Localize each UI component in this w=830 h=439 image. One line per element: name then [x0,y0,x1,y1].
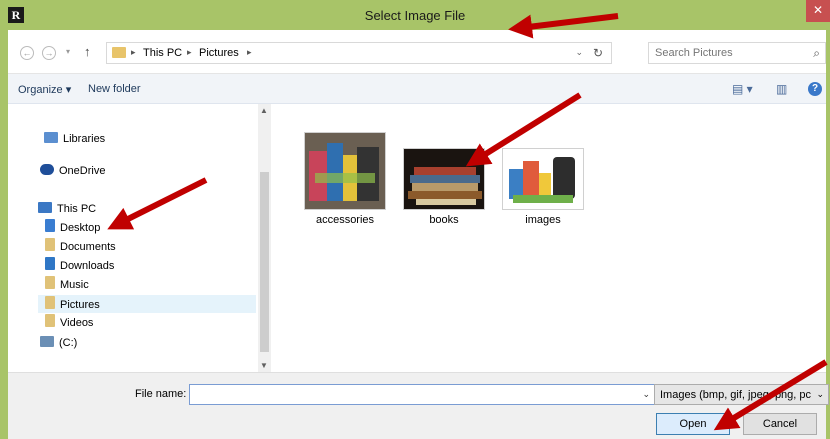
breadcrumb-separator[interactable]: ▸ [187,47,192,58]
nav-item-label: (C:) [59,337,78,349]
file-item-images[interactable]: images [498,148,588,226]
nav-item-onedrive[interactable]: OneDrive [40,162,105,180]
nav-item-music[interactable]: Music [45,276,89,294]
nav-item-downloads[interactable]: Downloads [45,257,114,275]
chevron-down-icon[interactable]: ⌄ [642,389,650,400]
nav-item-libraries[interactable]: Libraries [44,130,105,148]
file-name-field-label: File name: [135,388,187,400]
nav-item-label: This PC [57,203,97,215]
refresh-icon[interactable]: ↻ [593,46,603,60]
recent-locations-dropdown[interactable]: ▾ [66,47,70,56]
navigation-pane: Libraries OneDrive This PC Desktop Docum… [8,104,266,372]
music-folder-icon [45,276,55,289]
downloads-folder-icon [45,257,55,270]
search-box[interactable]: ⌕ [648,42,826,64]
file-item-books[interactable]: books [399,148,489,226]
nav-item-this-pc[interactable]: This PC [38,200,96,218]
back-button[interactable]: ← [20,46,34,60]
breadcrumb-separator[interactable]: ▸ [247,47,252,58]
title-bar: R Select Image File ✕ [0,0,830,30]
cloud-icon [40,164,54,175]
drive-icon [40,336,54,347]
cancel-button[interactable]: Cancel [743,413,817,435]
nav-item-label: Documents [60,241,116,253]
file-item-accessories[interactable]: accessories [300,132,390,226]
file-type-filter[interactable]: Images (bmp, gif, jpeg, png, pc ⌄ [654,384,829,405]
desktop-folder-icon [45,219,55,232]
help-button[interactable]: ? [808,82,822,96]
nav-item-documents[interactable]: Documents [45,238,116,256]
pictures-folder-icon [45,296,55,309]
address-history-chevron[interactable]: ⌄ [575,47,583,58]
nav-item-videos[interactable]: Videos [45,314,93,332]
nav-item-label: Music [60,279,89,291]
nav-item-label: Pictures [60,299,100,311]
preview-pane-button[interactable]: ▥ [776,82,787,96]
up-button[interactable]: ↑ [84,44,91,59]
view-options-button[interactable]: ▤ ▾ [732,82,753,96]
nav-item-label: OneDrive [59,165,106,177]
computer-icon [38,202,52,213]
chevron-down-icon[interactable]: ⌄ [816,389,824,400]
scroll-up-icon[interactable]: ▲ [260,106,268,115]
nav-pane-scrollbar[interactable]: ▲ ▼ [258,104,271,372]
nav-item-label: Downloads [60,260,115,272]
nav-item-label: Libraries [63,133,106,145]
command-bar: Organize ▾ New folder ▤ ▾ ▥ ? [8,73,826,104]
nav-item-desktop[interactable]: Desktop [45,219,100,237]
open-button[interactable]: Open [656,413,730,435]
videos-folder-icon [45,314,55,327]
new-folder-button[interactable]: New folder [88,83,141,95]
close-button[interactable]: ✕ [806,0,830,22]
libraries-icon [44,132,58,143]
address-box[interactable]: ▸ This PC ▸ Pictures ▸ ⌄ ↻ [106,42,612,64]
documents-folder-icon [45,238,55,251]
nav-item-label: Videos [60,317,94,329]
accessories-thumbnail [304,132,386,210]
window-frame-left [0,30,8,439]
search-input[interactable] [655,44,805,62]
scrollbar-thumb[interactable] [260,172,269,352]
file-list: accessories books images [271,104,826,372]
forward-button[interactable]: → [42,46,56,60]
file-name-label: accessories [315,214,375,226]
address-bar-row: ← → ▾ ↑ ▸ This PC ▸ Pictures ▸ ⌄ ↻ ⌕ [8,30,826,73]
breadcrumb-this-pc[interactable]: This PC [143,47,182,59]
scroll-down-icon[interactable]: ▼ [260,361,268,370]
file-type-filter-value: Images (bmp, gif, jpeg, png, pc [660,389,812,401]
search-icon[interactable]: ⌕ [813,46,820,61]
window-title: Select Image File [364,8,466,23]
breadcrumb-separator[interactable]: ▸ [131,47,136,58]
organize-button[interactable]: Organize ▾ [18,83,71,96]
file-name-input[interactable]: ⌄ [189,384,656,405]
folder-icon [112,47,126,58]
images-thumbnail [502,148,584,210]
file-name-label: books [429,214,459,226]
breadcrumb-pictures[interactable]: Pictures [199,47,239,59]
nav-item-label: Desktop [60,222,101,234]
nav-item-pictures[interactable]: Pictures [38,295,256,313]
books-thumbnail [403,148,485,210]
nav-item-c-drive[interactable]: (C:) [40,334,77,352]
window-frame-right [826,30,830,439]
file-name-label: images [525,214,561,226]
dialog-footer: File name: ⌄ Images (bmp, gif, jpeg, png… [8,372,829,439]
